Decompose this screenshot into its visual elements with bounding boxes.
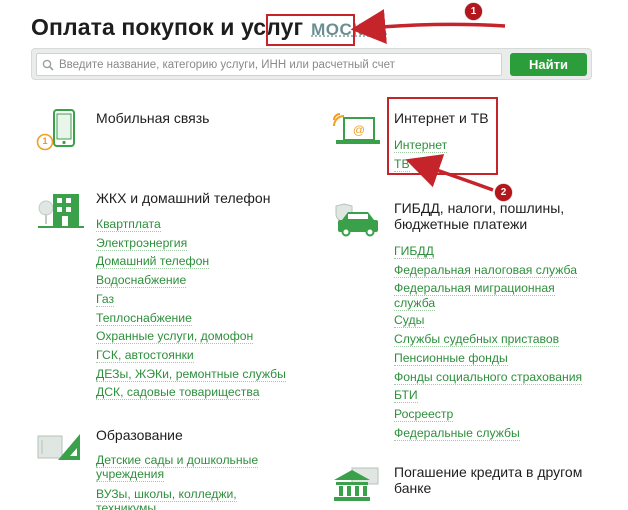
search-bar: Найти xyxy=(31,48,592,80)
sub-item-bti[interactable]: БТИ xyxy=(394,386,582,405)
sub-item-dez[interactable]: ДЕЗы, ЖЭКи, ремонтные службы xyxy=(96,365,286,384)
annotation-badge-2: 2 xyxy=(495,184,512,201)
sub-item-dsk[interactable]: ДСК, садовые товарищества xyxy=(96,383,286,402)
sub-item-courts[interactable]: Суды xyxy=(394,311,582,330)
sub-item-federal-services[interactable]: Федеральные службы xyxy=(394,424,582,443)
category-title-housing[interactable]: ЖКХ и домашний телефон xyxy=(96,190,286,206)
bank-building-icon xyxy=(334,467,379,501)
annotation-box-city xyxy=(266,14,355,46)
page-title: Оплата покупок и услуг xyxy=(31,14,304,40)
sub-item-water[interactable]: Водоснабжение xyxy=(96,271,286,290)
sub-item-gibdd[interactable]: ГИБДД xyxy=(394,242,582,261)
category-title-internet-tv[interactable]: Интернет и ТВ xyxy=(394,110,489,126)
category-title-loan-line1: Погашение кредита в другом xyxy=(394,464,583,480)
category-loan[interactable]: Погашение кредита в другом банке xyxy=(394,464,582,496)
sub-item-pension-funds[interactable]: Пенсионные фонды xyxy=(394,349,582,368)
category-title-gibdd-line1: ГИБДД, налоги, пошлины, xyxy=(394,200,565,216)
internet-tv-icon: @ xyxy=(333,113,380,144)
category-title-mobile[interactable]: Мобильная связь xyxy=(96,110,209,126)
sub-item-social-insurance[interactable]: Фонды социального страхования xyxy=(394,368,583,387)
annotation-badge-1: 1 xyxy=(465,3,482,20)
education-ruler-icon xyxy=(37,434,80,460)
category-internet-tv[interactable]: Интернет и ТВ Интернет ТВ xyxy=(394,110,489,173)
category-housing[interactable]: ЖКХ и домашний телефон Квартплата Электр… xyxy=(96,190,286,402)
sub-item-internet[interactable]: Интернет xyxy=(394,136,489,155)
sub-item-kindergartens[interactable]: Детские сады и дошкольные учреждения xyxy=(96,453,259,482)
sub-item-migration-service[interactable]: Федеральная миграционная служба xyxy=(394,279,582,312)
sub-item-gas[interactable]: Газ xyxy=(96,290,286,309)
mobile-number-badge: 1 xyxy=(42,136,48,146)
sub-item-garage[interactable]: ГСК, автостоянки xyxy=(96,346,286,365)
sub-item-bailiffs[interactable]: Службы судебных приставов xyxy=(394,330,582,349)
category-mobile[interactable]: Мобильная связь xyxy=(96,110,209,126)
category-title-gibdd[interactable]: ГИБДД, налоги, пошлины, бюджетные платеж… xyxy=(394,200,582,232)
category-title-education[interactable]: Образование xyxy=(96,427,258,443)
annotation-arrow-1 xyxy=(350,9,506,44)
category-education[interactable]: Образование Детские сады и дошкольные учр… xyxy=(96,427,259,510)
sub-item-rent[interactable]: Квартплата xyxy=(96,215,286,234)
svg-text:@: @ xyxy=(353,123,365,137)
sub-item-electricity[interactable]: Электроэнергия xyxy=(96,234,286,253)
search-button[interactable]: Найти xyxy=(510,53,587,76)
car-shield-icon xyxy=(335,203,378,237)
category-title-loan-line2: банке xyxy=(394,480,432,496)
house-icon xyxy=(38,194,84,228)
category-title-gibdd-line2: бюджетные платежи xyxy=(394,216,528,232)
sub-item-home-phone[interactable]: Домашний телефон xyxy=(96,252,286,271)
search-icon xyxy=(42,59,54,71)
sub-item-tv[interactable]: ТВ xyxy=(394,155,489,174)
sub-item-rosreestr[interactable]: Росреестр xyxy=(394,405,582,424)
sub-item-security[interactable]: Охранные услуги, домофон xyxy=(96,327,286,346)
sub-item-heating[interactable]: Теплоснабжение xyxy=(96,309,286,328)
category-gibdd[interactable]: ГИБДД, налоги, пошлины, бюджетные платеж… xyxy=(394,200,583,443)
sub-item-tax-service[interactable]: Федеральная налоговая служба xyxy=(394,261,582,280)
search-input[interactable] xyxy=(36,53,502,76)
sub-item-universities[interactable]: ВУЗы, школы, колледжи, техникумы xyxy=(96,487,258,510)
category-title-loan[interactable]: Погашение кредита в другом банке xyxy=(394,464,582,496)
